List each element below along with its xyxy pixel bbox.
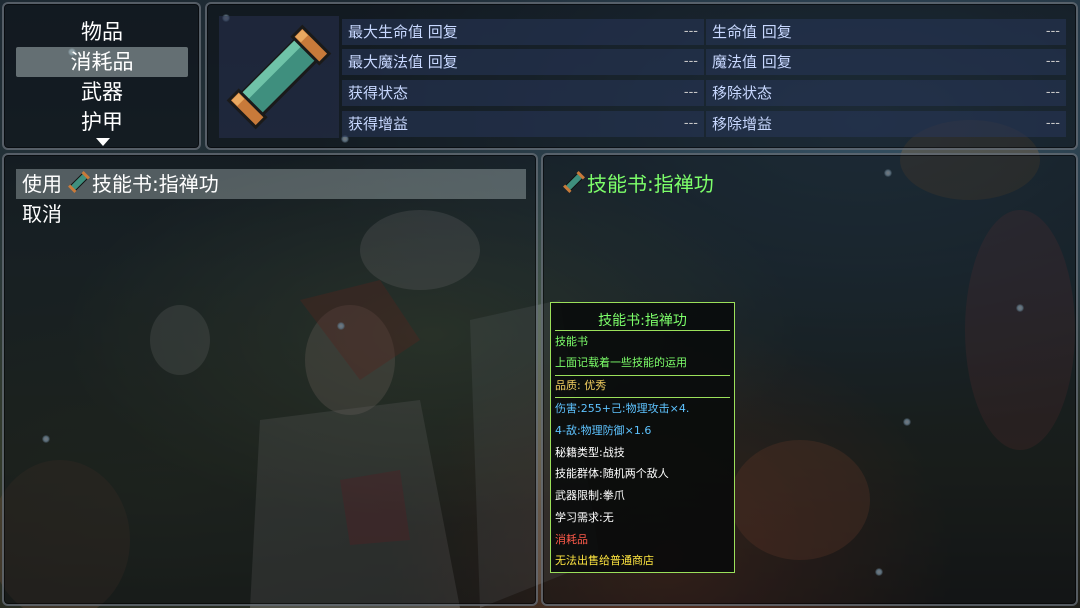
use-item-command[interactable]: 使用 技能书:指禅功 xyxy=(16,169,526,199)
stat-value: --- xyxy=(1045,116,1060,131)
stat-gain-buff: 获得增益 --- xyxy=(342,111,704,137)
stat-label: 获得状态 xyxy=(348,84,409,102)
stat-mp-recover: 魔法值 回复 --- xyxy=(706,49,1066,75)
tooltip-type: 技能书 xyxy=(555,335,588,348)
tooltip-title: 技能书:指禅功 xyxy=(598,313,687,329)
category-window: 物品 消耗品 武器 护甲 xyxy=(2,2,201,150)
tooltip-damage-line2: 4-敌:物理防御×1.6 xyxy=(555,424,652,437)
stat-gain-state: 获得状态 --- xyxy=(342,80,704,106)
stat-label: 最大魔法值 回复 xyxy=(348,53,458,71)
tooltip-divider xyxy=(555,375,730,376)
scroll-icon xyxy=(226,24,332,130)
stat-label: 魔法值 回复 xyxy=(712,53,792,71)
item-tooltip: 技能书:指禅功 技能书 上面记载着一些技能的运用 品质: 优秀 伤害:255+己… xyxy=(550,302,735,573)
stat-hp-recover: 生命值 回复 --- xyxy=(706,19,1066,45)
stat-remove-state: 移除状态 --- xyxy=(706,80,1066,106)
use-label: 使用 xyxy=(22,172,62,196)
stat-value: --- xyxy=(683,85,698,100)
detail-title-text: 技能书:指禅功 xyxy=(587,172,714,196)
stat-label: 移除状态 xyxy=(712,84,773,102)
tooltip-consumable: 消耗品 xyxy=(555,533,588,546)
category-item-armor[interactable]: 护甲 xyxy=(16,107,188,137)
tooltip-divider xyxy=(555,330,730,331)
stat-remove-buff: 移除增益 --- xyxy=(706,111,1066,137)
stat-max-hp-recover: 最大生命值 回复 --- xyxy=(342,19,704,45)
tooltip-target-group: 技能群体:随机两个敌人 xyxy=(555,467,669,480)
tooltip-description: 上面记载着一些技能的运用 xyxy=(555,356,687,369)
tooltip-weapon-limit: 武器限制:拳爪 xyxy=(555,489,625,502)
tooltip-sell-note: 无法出售给普通商店 xyxy=(555,554,654,567)
scroll-icon xyxy=(68,170,90,201)
tooltip-quality: 品质: 优秀 xyxy=(555,379,607,392)
item-stats-window: 最大生命值 回复 --- 最大魔法值 回复 --- 获得状态 --- 获得增益 … xyxy=(205,2,1078,150)
item-icon-frame xyxy=(219,16,339,138)
tooltip-learn-requirement: 学习需求:无 xyxy=(555,511,614,524)
stat-max-mp-recover: 最大魔法值 回复 --- xyxy=(342,49,704,75)
tooltip-secret-type: 秘籍类型:战技 xyxy=(555,446,625,459)
stat-value: --- xyxy=(1045,54,1060,69)
detail-title: 技能书:指禅功 xyxy=(563,169,714,199)
stat-value: --- xyxy=(683,24,698,39)
category-item-weapons[interactable]: 武器 xyxy=(16,77,188,107)
category-item-consumables[interactable]: 消耗品 xyxy=(16,47,188,77)
stat-value: --- xyxy=(1045,24,1060,39)
stat-label: 生命值 回复 xyxy=(712,23,792,41)
arrow-down-icon[interactable] xyxy=(96,138,110,146)
cancel-command[interactable]: 取消 xyxy=(16,199,526,229)
stat-label: 最大生命值 回复 xyxy=(348,23,458,41)
stat-label: 获得增益 xyxy=(348,115,409,133)
item-name: 技能书:指禅功 xyxy=(92,172,219,196)
command-window: 使用 技能书:指禅功 取消 xyxy=(2,153,538,606)
stat-value: --- xyxy=(683,116,698,131)
stat-label: 移除增益 xyxy=(712,115,773,133)
stat-value: --- xyxy=(1045,85,1060,100)
category-item-items[interactable]: 物品 xyxy=(16,17,188,47)
tooltip-divider xyxy=(555,397,730,398)
stat-value: --- xyxy=(683,54,698,69)
scroll-icon xyxy=(563,170,585,201)
tooltip-damage-line1: 伤害:255+己:物理攻击×4. xyxy=(555,402,690,415)
